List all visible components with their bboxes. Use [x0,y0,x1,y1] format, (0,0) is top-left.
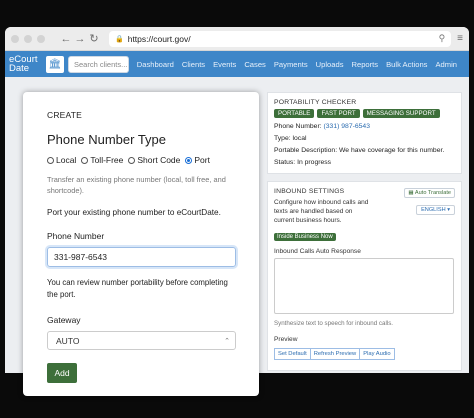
nav-dashboard[interactable]: Dashboard [137,60,174,69]
search-clients-input[interactable]: Search clients... [68,55,129,73]
refresh-preview-button[interactable]: Refresh Preview [309,348,361,360]
back-arrow-icon[interactable]: ← [59,33,73,45]
synthesize-hint: Synthesize text to speech for inbound ca… [274,320,394,327]
checker-status: Status: In progress [274,159,455,166]
address-bar[interactable]: 🔒 https://court.gov/ ⚲ [109,30,452,47]
radio-short-code[interactable]: Short Code [128,155,180,165]
checker-phone-link[interactable]: (331) 987-6543 [324,123,370,130]
create-phone-card: CREATE Phone Number Type Local Toll-Free… [23,92,259,396]
section-label: CREATE [47,110,83,120]
checker-status-value: In progress [297,159,332,166]
gateway-select[interactable]: AUTO ⌃ [47,331,236,350]
close-dot[interactable] [11,34,19,43]
preview-buttons: Set Default Refresh Preview Play Audio [274,348,455,360]
badge-fast-port: FAST PORT [317,109,360,118]
inbound-description: Configure how inbound calls and texts ar… [274,199,369,224]
checker-description: Portable Description: We have coverage f… [274,147,455,154]
window-controls [11,34,45,43]
set-default-button[interactable]: Set Default [274,348,311,360]
auto-response-label: Inbound Calls Auto Response [274,248,361,255]
radio-toll-free[interactable]: Toll-Free [81,155,123,165]
checker-desc-value: We have coverage for this number. [338,147,445,154]
form-title: Phone Number Type [47,132,166,147]
gateway-label: Gateway [47,315,81,325]
logo-text: eCourt Date [9,54,38,74]
nav-cases[interactable]: Cases [244,60,266,69]
business-hours-badge: Inside Business Now [274,233,336,241]
nav-events[interactable]: Events [213,60,236,69]
nav-reports[interactable]: Reports [352,60,379,69]
courthouse-icon: 🏛 [46,55,64,73]
language-value: ENGLISH [421,207,446,213]
inbound-settings-panel: INBOUND SETTINGS Configure how inbound c… [267,181,462,371]
auto-translate-label: Auto Translate [414,190,451,196]
translate-icon: ▦ [408,190,414,196]
portability-badges: PORTABLE FAST PORT MESSAGING SUPPORT [274,109,455,118]
lock-icon: 🔒 [115,35,124,43]
chevron-down-icon: ▾ [447,207,450,213]
phone-number-input[interactable]: 331-987-6543 [47,247,236,267]
checker-phone-label: Phone Number: [274,123,322,130]
radio-short-code-label: Short Code [137,155,181,165]
nav-admin[interactable]: Admin [435,60,457,69]
checker-type-label: Type: [274,135,291,142]
checker-type-value: local [292,135,307,142]
phone-type-radios: Local Toll-Free Short Code Port [47,155,235,165]
app-logo[interactable]: eCourt Date 🏛 [9,55,64,73]
forward-arrow-icon[interactable]: → [73,33,87,45]
checker-desc-label: Portable Description: [274,147,338,154]
top-navigation: eCourt Date 🏛 Search clients... Dashboar… [5,51,469,77]
chevron-down-icon: ⌃ [224,337,230,345]
port-hint: Transfer an existing phone number (local… [47,175,226,195]
radio-local[interactable]: Local [47,155,76,165]
url-text: https://court.gov/ [127,33,191,44]
radio-local-circle[interactable] [47,156,54,164]
auto-translate-button[interactable]: ▦ Auto Translate [404,188,455,198]
radio-port[interactable]: Port [185,155,210,165]
radio-port-label: Port [194,155,210,165]
badge-messaging-support: MESSAGING SUPPORT [362,109,440,118]
inbound-header: INBOUND SETTINGS Configure how inbound c… [274,188,455,225]
minimize-dot[interactable] [24,34,32,43]
nav-clients[interactable]: Clients [182,60,205,69]
browser-chrome: ← → ↻ 🔒 https://court.gov/ ⚲ ≡ [5,27,469,51]
preview-label: Preview [274,336,298,343]
port-description: Port your existing phone number to eCour… [47,208,221,217]
phone-number-label: Phone Number [47,231,105,241]
checker-status-label: Status: [274,159,296,166]
radio-short-code-circle[interactable] [128,156,136,164]
checker-phone: Phone Number: (331) 987-6543 [274,123,455,130]
gateway-value: AUTO [56,335,80,346]
inbound-title: INBOUND SETTINGS [274,188,345,195]
auto-response-textarea[interactable] [274,258,454,314]
add-button[interactable]: Add [47,363,77,383]
radio-toll-free-label: Toll-Free [90,155,124,165]
maximize-dot[interactable] [37,34,45,43]
radio-toll-free-circle[interactable] [81,156,89,164]
nav-links: Dashboard Clients Events Cases Payments … [137,60,465,69]
portability-title: PORTABILITY CHECKER [274,99,357,106]
search-icon[interactable]: ⚲ [439,33,446,44]
reload-icon[interactable]: ↻ [87,32,101,45]
badge-portable: PORTABLE [274,109,315,118]
right-column: PORTABILITY CHECKER PORTABLE FAST PORT M… [267,92,462,371]
nav-payments[interactable]: Payments [274,60,308,69]
checker-type: Type: local [274,135,455,142]
play-audio-button[interactable]: Play Audio [359,348,395,360]
menu-icon[interactable]: ≡ [457,33,463,44]
review-text: You can review number portability before… [47,278,228,299]
language-dropdown[interactable]: ENGLISH ▾ [416,205,455,215]
nav-uploads[interactable]: Uploads [316,60,344,69]
nav-bulk-actions[interactable]: Bulk Actions [386,60,427,69]
portability-checker-panel: PORTABILITY CHECKER PORTABLE FAST PORT M… [267,92,462,174]
radio-port-circle[interactable] [185,156,193,164]
radio-local-label: Local [56,155,77,165]
